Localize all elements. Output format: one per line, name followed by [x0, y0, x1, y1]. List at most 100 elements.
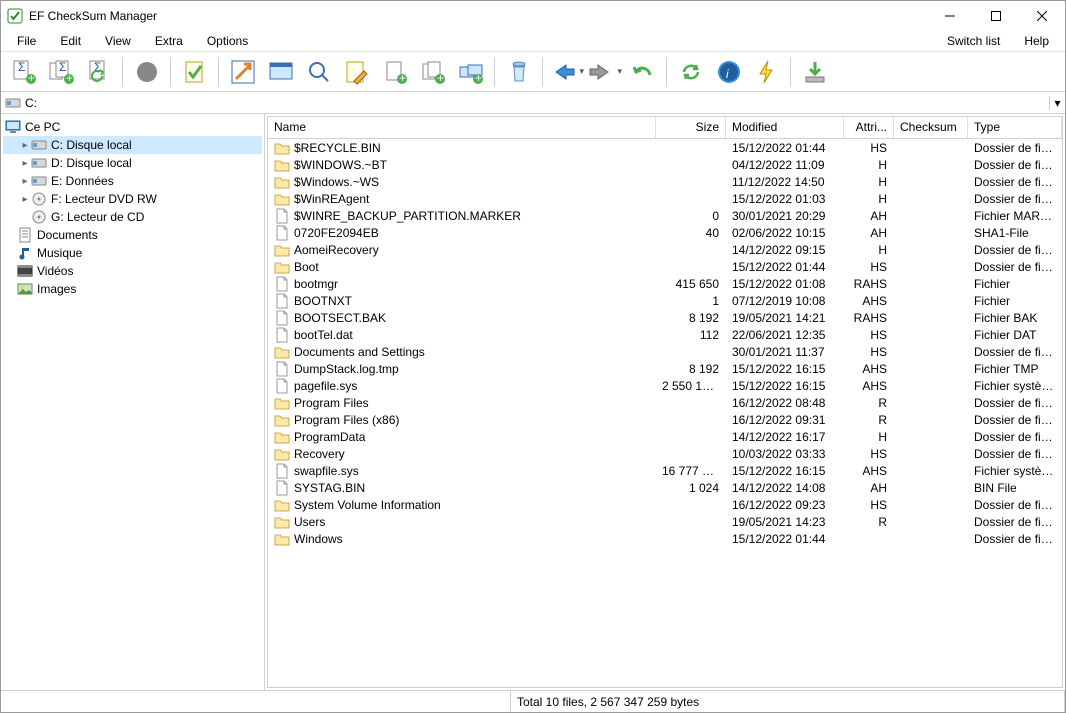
- tool-forward[interactable]: ▾: [587, 54, 623, 90]
- file-row[interactable]: swapfile.sys16 777 21615/12/2022 16:15AH…: [268, 462, 1062, 479]
- file-row[interactable]: Boot15/12/2022 01:44HSDossier de fich...: [268, 258, 1062, 275]
- file-row[interactable]: Users19/05/2021 14:23RDossier de fich...: [268, 513, 1062, 530]
- pathbar[interactable]: C: ▾: [1, 92, 1065, 114]
- file-row[interactable]: Program Files16/12/2022 08:48RDossier de…: [268, 394, 1062, 411]
- tool-update-checksum[interactable]: Σ: [81, 54, 117, 90]
- file-modified: 14/12/2022 16:17: [726, 430, 844, 444]
- tool-add-file[interactable]: +: [377, 54, 413, 90]
- menu-help[interactable]: Help: [1012, 32, 1061, 50]
- menu-extra[interactable]: Extra: [143, 32, 195, 50]
- tree-expander[interactable]: ▸: [19, 158, 31, 169]
- file-modified: 16/12/2022 08:48: [726, 396, 844, 410]
- file-row[interactable]: Program Files (x86)16/12/2022 09:31RDoss…: [268, 411, 1062, 428]
- file-row[interactable]: System Volume Information16/12/2022 09:2…: [268, 496, 1062, 513]
- tree-item[interactable]: Musique: [3, 244, 262, 262]
- drive-icon: [31, 137, 47, 153]
- folder-icon: [274, 174, 290, 190]
- tool-settings[interactable]: +: [453, 54, 489, 90]
- file-icon: [274, 208, 290, 224]
- tool-add-files[interactable]: +: [415, 54, 451, 90]
- tool-create-single[interactable]: Σ+: [5, 54, 41, 90]
- col-size[interactable]: Size: [656, 117, 726, 138]
- tool-edit[interactable]: [339, 54, 375, 90]
- file-row[interactable]: 0720FE2094EB4002/06/2022 10:15AHSHA1-Fil…: [268, 224, 1062, 241]
- file-row[interactable]: DumpStack.log.tmp8 19215/12/2022 16:15AH…: [268, 360, 1062, 377]
- file-row[interactable]: bootTel.dat11222/06/2021 12:35HSFichier …: [268, 326, 1062, 343]
- tool-create-multi[interactable]: Σ+: [43, 54, 79, 90]
- file-row[interactable]: Documents and Settings30/01/2021 11:37HS…: [268, 343, 1062, 360]
- file-row[interactable]: pagefile.sys2 550 136 ...15/12/2022 16:1…: [268, 377, 1062, 394]
- tool-undo[interactable]: [625, 54, 661, 90]
- file-row[interactable]: BOOTSECT.BAK8 19219/05/2021 14:21RAHSFic…: [268, 309, 1062, 326]
- file-attr: R: [844, 515, 894, 529]
- file-row[interactable]: ProgramData14/12/2022 16:17HDossier de f…: [268, 428, 1062, 445]
- file-row[interactable]: $Windows.~WS11/12/2022 14:50HDossier de …: [268, 173, 1062, 190]
- menu-file[interactable]: File: [5, 32, 48, 50]
- file-name: $Windows.~WS: [294, 175, 379, 189]
- tree-item[interactable]: Documents: [3, 226, 262, 244]
- file-row[interactable]: $WinREAgent15/12/2022 01:03HDossier de f…: [268, 190, 1062, 207]
- file-attr: HS: [844, 141, 894, 155]
- tool-back[interactable]: ▾: [549, 54, 585, 90]
- file-icon: [274, 276, 290, 292]
- tool-record[interactable]: [129, 54, 165, 90]
- file-row[interactable]: $RECYCLE.BIN15/12/2022 01:44HSDossier de…: [268, 139, 1062, 156]
- tree-item[interactable]: ▸C: Disque local: [3, 136, 262, 154]
- menu-options[interactable]: Options: [195, 32, 260, 50]
- tool-verify[interactable]: [177, 54, 213, 90]
- list-body[interactable]: $RECYCLE.BIN15/12/2022 01:44HSDossier de…: [268, 139, 1062, 687]
- tool-info[interactable]: i: [711, 54, 747, 90]
- tree-item[interactable]: ▸D: Disque local: [3, 154, 262, 172]
- svg-text:+: +: [28, 71, 35, 85]
- drive-icon: [5, 95, 21, 111]
- file-row[interactable]: SYSTAG.BIN1 02414/12/2022 14:08AHBIN Fil…: [268, 479, 1062, 496]
- file-row[interactable]: BOOTNXT107/12/2019 10:08AHSFichier: [268, 292, 1062, 309]
- tree-item[interactable]: Vidéos: [3, 262, 262, 280]
- tree-item[interactable]: G: Lecteur de CD: [3, 208, 262, 226]
- tree-expander[interactable]: ▸: [19, 140, 31, 151]
- file-name: Windows: [294, 532, 343, 546]
- tree-item[interactable]: ▸F: Lecteur DVD RW: [3, 190, 262, 208]
- file-modified: 30/01/2021 20:29: [726, 209, 844, 223]
- file-row[interactable]: AomeiRecovery14/12/2022 09:15HDossier de…: [268, 241, 1062, 258]
- file-name: System Volume Information: [294, 498, 441, 512]
- tool-refresh[interactable]: [673, 54, 709, 90]
- tool-download[interactable]: [797, 54, 833, 90]
- file-name: $WINDOWS.~BT: [294, 158, 387, 172]
- col-attr[interactable]: Attri...: [844, 117, 894, 138]
- close-button[interactable]: [1019, 1, 1065, 31]
- tree-panel[interactable]: Ce PC ▸C: Disque local▸D: Disque local▸E…: [1, 114, 265, 690]
- tool-flash[interactable]: [749, 54, 785, 90]
- col-checksum[interactable]: Checksum: [894, 117, 968, 138]
- tree-item[interactable]: Images: [3, 280, 262, 298]
- minimize-button[interactable]: [927, 1, 973, 31]
- file-row[interactable]: Windows15/12/2022 01:44Dossier de fich..…: [268, 530, 1062, 547]
- menu-switch-list[interactable]: Switch list: [935, 32, 1012, 50]
- col-name[interactable]: Name: [268, 117, 656, 138]
- tree-item[interactable]: ▸ E: Données: [3, 172, 262, 190]
- file-row[interactable]: Recovery10/03/2022 03:33HSDossier de fic…: [268, 445, 1062, 462]
- tool-shortcut[interactable]: [225, 54, 261, 90]
- tree-expander[interactable]: ▸: [19, 194, 31, 205]
- tool-search[interactable]: [301, 54, 337, 90]
- file-name: ProgramData: [294, 430, 365, 444]
- menu-edit[interactable]: Edit: [48, 32, 93, 50]
- tree-item-label: E: Données: [51, 174, 114, 188]
- file-row[interactable]: bootmgr415 65015/12/2022 01:08RAHSFichie…: [268, 275, 1062, 292]
- file-type: Dossier de fich...: [968, 396, 1062, 410]
- tool-trash[interactable]: [501, 54, 537, 90]
- file-attr: RAHS: [844, 277, 894, 291]
- tree-expander[interactable]: ▸: [19, 176, 31, 187]
- menu-view[interactable]: View: [93, 32, 143, 50]
- file-name: $WINRE_BACKUP_PARTITION.MARKER: [294, 209, 521, 223]
- file-type: Dossier de fich...: [968, 175, 1062, 189]
- file-row[interactable]: $WINRE_BACKUP_PARTITION.MARKER030/01/202…: [268, 207, 1062, 224]
- file-size: 40: [656, 226, 726, 240]
- maximize-button[interactable]: [973, 1, 1019, 31]
- tree-root[interactable]: Ce PC: [3, 118, 262, 136]
- path-dropdown[interactable]: ▾: [1049, 96, 1065, 110]
- col-modified[interactable]: Modified: [726, 117, 844, 138]
- tool-properties-window[interactable]: [263, 54, 299, 90]
- col-type[interactable]: Type: [968, 117, 1062, 138]
- file-row[interactable]: $WINDOWS.~BT04/12/2022 11:09HDossier de …: [268, 156, 1062, 173]
